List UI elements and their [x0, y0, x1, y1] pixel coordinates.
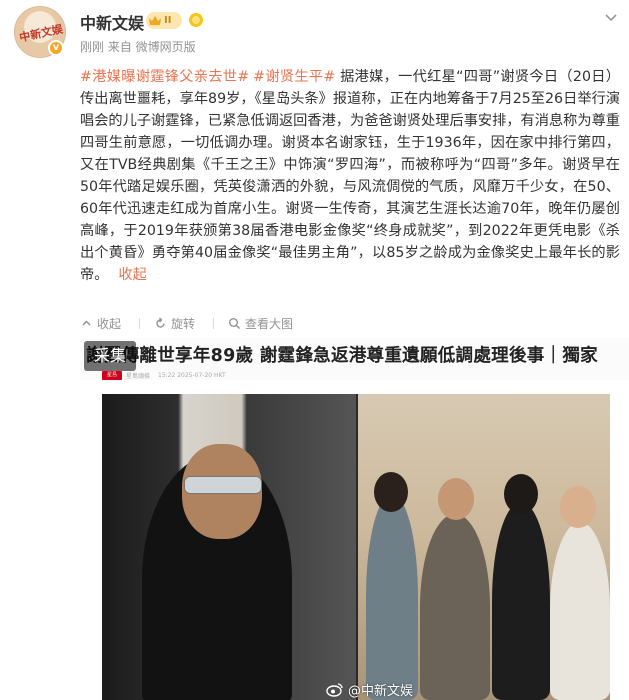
figure-4 [550, 522, 610, 700]
view-large-button[interactable]: 查看大图 [228, 315, 293, 332]
source-row: 星島 星島頭條 15:22 2025-07-20 HKT [102, 368, 226, 382]
figure-2-head [438, 478, 474, 520]
rotate-icon [156, 317, 165, 328]
vip-crown-icon [149, 16, 161, 25]
collect-button[interactable]: 采集 [84, 341, 136, 371]
toolbar-divider [139, 317, 141, 329]
zoom-icon [229, 317, 241, 329]
figure-1-head [374, 472, 408, 512]
toolbar-divider [213, 317, 215, 329]
verified-badge-icon: v [48, 40, 64, 56]
view-large-label: 查看大图 [245, 316, 294, 331]
figure-4-head [560, 486, 596, 528]
author-name[interactable]: 中新文娱 [80, 10, 144, 34]
timestamp: 15:22 2025-07-20 HKT [158, 371, 226, 379]
post-body: 据港媒，一代红星“四哥”谢贤今日（20日）传出离世噩耗，享年89岁，《星岛头条》… [80, 69, 620, 283]
image-headline: 謝賢傳離世享年89歲 謝霆鋒急返港尊重遺願低調處理後事｜獨家 [86, 346, 598, 366]
weibo-logo-icon [326, 683, 343, 697]
post-header: 中新文娱 v 中新文娱 II 刚刚 来自 微博网页版 [0, 0, 629, 60]
source-name: 星島頭條 [126, 372, 151, 380]
vip-level: II [164, 15, 172, 26]
source-logo: 星島 [102, 370, 122, 380]
medal-icon[interactable] [188, 12, 204, 28]
collapse-button[interactable]: 收起 [80, 315, 121, 332]
post-image[interactable]: 謝賢傳離世享年89歲 謝霆鋒急返港尊重遺願低調處理後事｜獨家 采集 星島 星島頭… [80, 338, 629, 700]
sunglasses [184, 476, 262, 494]
topic-link[interactable]: #港媒曝谢霆锋父亲去世# [80, 69, 249, 85]
rotate-label: 旋转 [171, 316, 196, 331]
collapse-label: 收起 [97, 316, 122, 331]
collapse-link[interactable]: 收起 [118, 267, 146, 283]
portrait-photo [102, 394, 356, 700]
watermark-text: @中新文娱 [348, 684, 414, 699]
figure-2 [420, 514, 490, 700]
rotate-button[interactable]: 旋转 [154, 315, 195, 332]
post-content: #港媒曝谢霆锋父亲去世# #谢贤生平# 据港媒，一代红星“四哥”谢贤今日（20日）… [80, 66, 620, 286]
news-photo [102, 394, 610, 700]
figure-3-head [504, 474, 538, 514]
figure-1 [366, 494, 418, 700]
figure-3 [492, 502, 550, 700]
topic-link[interactable]: #谢贤生平# [253, 69, 335, 85]
vip-badge[interactable]: II [146, 12, 182, 29]
more-icon[interactable] [604, 10, 618, 24]
group-photo [358, 394, 610, 700]
collapse-icon [82, 319, 91, 326]
post-meta: 刚刚 来自 微博网页版 [80, 40, 196, 54]
watermark: @中新文娱 [326, 680, 413, 699]
media-toolbar: 收起 旋转 查看大图 [80, 314, 311, 332]
